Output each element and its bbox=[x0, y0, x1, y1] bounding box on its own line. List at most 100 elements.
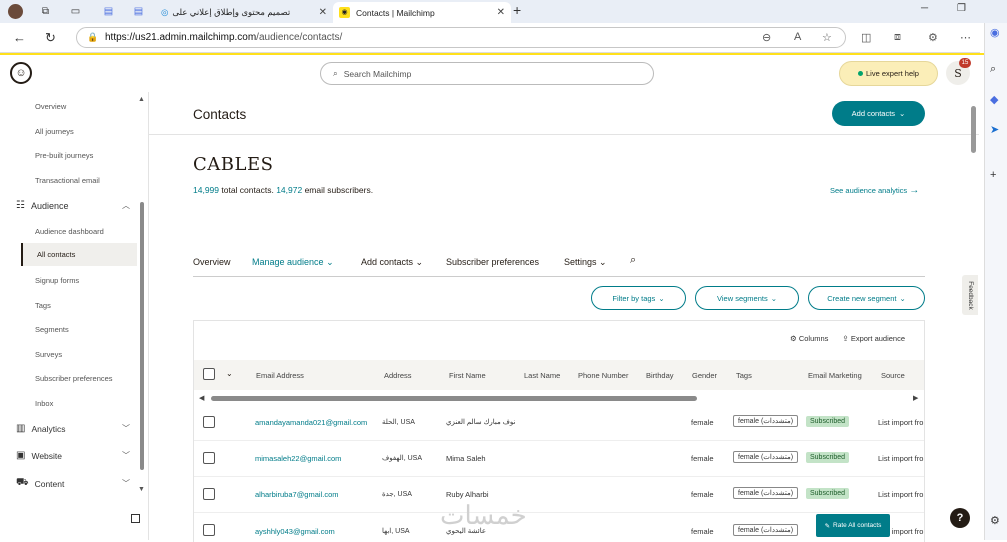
sidebar-item-segments[interactable]: Segments bbox=[35, 325, 69, 334]
scroll-left-icon[interactable]: ◀ bbox=[199, 394, 204, 402]
columns-button[interactable]: ⚙ Columns bbox=[790, 334, 828, 343]
sidebar-item-transactional-email[interactable]: Transactional email bbox=[35, 176, 100, 185]
sidebar-item-audience-dashboard[interactable]: Audience dashboard bbox=[35, 227, 104, 236]
tab-actions-icon[interactable]: ▭ bbox=[68, 4, 83, 19]
column-first-name[interactable]: First Name bbox=[449, 371, 486, 380]
feedback-tab[interactable]: Feedback bbox=[962, 275, 978, 315]
sidebar-item-signup-forms[interactable]: Signup forms bbox=[35, 276, 79, 285]
refresh-icon[interactable]: ↻ bbox=[45, 30, 56, 46]
collapse-sidebar-icon[interactable] bbox=[131, 514, 140, 523]
scroll-up-icon[interactable]: ▲ bbox=[138, 96, 145, 103]
table-horizontal-scrollbar[interactable] bbox=[211, 396, 697, 401]
sidebar-item-tags[interactable]: Tags bbox=[35, 301, 51, 310]
read-aloud-icon[interactable]: A bbox=[794, 31, 801, 43]
column-email[interactable]: Email Address bbox=[256, 371, 304, 380]
more-menu-icon[interactable]: ⋯ bbox=[960, 31, 971, 44]
row-checkbox[interactable] bbox=[203, 452, 215, 464]
column-address[interactable]: Address bbox=[384, 371, 412, 380]
split-screen-icon[interactable]: ◫ bbox=[861, 31, 871, 44]
mailchimp-logo-icon[interactable]: ☺ bbox=[10, 62, 32, 84]
sidebar-item-surveys[interactable]: Surveys bbox=[35, 350, 62, 359]
copilot-icon[interactable]: ◉ bbox=[990, 26, 1000, 39]
scroll-down-icon[interactable]: ▼ bbox=[138, 486, 145, 493]
search-icon[interactable]: ⌕ bbox=[990, 63, 996, 76]
filter-by-tags-button[interactable]: Filter by tags ⌄ bbox=[591, 286, 686, 310]
column-phone[interactable]: Phone Number bbox=[578, 371, 628, 380]
sidebar-item-all-contacts[interactable]: All contacts bbox=[21, 243, 137, 266]
table-row[interactable]: mimasaleh22@gmail.com الهفوف, USA Mima S… bbox=[194, 441, 924, 477]
collections-icon[interactable]: ⧈ bbox=[894, 31, 901, 44]
main-scrollbar[interactable] bbox=[971, 106, 976, 153]
profile-avatar-icon[interactable] bbox=[8, 4, 23, 19]
column-birthday[interactable]: Birthday bbox=[646, 371, 674, 380]
row-tag[interactable]: female (متشددات) bbox=[733, 487, 799, 499]
telegram-icon[interactable]: ➤ bbox=[990, 123, 999, 136]
row-checkbox[interactable] bbox=[203, 524, 215, 536]
search-icon[interactable]: ⌕ bbox=[630, 254, 636, 267]
extensions-icon[interactable]: ⚙ bbox=[928, 31, 938, 44]
row-checkbox[interactable] bbox=[203, 488, 215, 500]
sidebar-group-audience[interactable]: ☷ Audience ︿ bbox=[16, 200, 146, 211]
rate-all-contacts-button[interactable]: ✎ Rate All contacts bbox=[816, 514, 890, 537]
back-icon[interactable]: ← bbox=[13, 30, 26, 45]
tab-mailchimp[interactable]: ◉ Contacts | Mailchimp ✕ bbox=[333, 2, 511, 23]
sidebar-item-subscriber-preferences[interactable]: Subscriber preferences bbox=[35, 374, 113, 383]
column-email-marketing[interactable]: Email Marketing bbox=[808, 371, 862, 380]
favorite-star-icon[interactable]: ☆ bbox=[822, 31, 832, 44]
export-audience-button[interactable]: ⇪ Export audience bbox=[842, 334, 905, 343]
zoom-icon[interactable]: ⊖ bbox=[762, 31, 771, 44]
view-segments-button[interactable]: View segments ⌄ bbox=[695, 286, 799, 310]
sidebar-item-all-journeys[interactable]: All journeys bbox=[35, 127, 74, 136]
minimize-icon[interactable]: ─ bbox=[921, 3, 928, 14]
tab-overview[interactable]: Overview bbox=[193, 257, 231, 267]
table-row[interactable]: alharbiruba7@gmail.com جدة, USA Ruby Alh… bbox=[194, 477, 924, 513]
email-subscribers-count[interactable]: 14,972 bbox=[276, 185, 302, 195]
tab-add-contacts[interactable]: Add contacts ⌄ bbox=[361, 257, 423, 268]
sidebar-item-inbox[interactable]: Inbox bbox=[35, 399, 53, 408]
help-button[interactable]: ? bbox=[950, 508, 970, 528]
row-email[interactable]: mimasaleh22@gmail.com bbox=[255, 454, 341, 463]
tab-subscriber-preferences[interactable]: Subscriber preferences bbox=[446, 257, 539, 267]
table-row[interactable]: ayshhly043@gmail.com ابها, USA عائشة الي… bbox=[194, 513, 924, 540]
shopping-icon[interactable]: ◆ bbox=[990, 93, 998, 106]
restore-icon[interactable]: ❐ bbox=[957, 3, 966, 14]
column-gender[interactable]: Gender bbox=[692, 371, 717, 380]
chevron-down-icon[interactable]: ⌄ bbox=[226, 369, 233, 378]
add-icon[interactable]: + bbox=[990, 169, 996, 181]
new-tab-icon[interactable]: + bbox=[513, 2, 521, 18]
row-email[interactable]: amandayamanda021@gmail.com bbox=[255, 418, 367, 427]
row-email[interactable]: alharbiruba7@gmail.com bbox=[255, 490, 339, 499]
column-tags[interactable]: Tags bbox=[736, 371, 752, 380]
row-tag[interactable]: female (متشددات) bbox=[733, 524, 799, 536]
column-source[interactable]: Source bbox=[881, 371, 905, 380]
row-checkbox[interactable] bbox=[203, 416, 215, 428]
close-tab-icon[interactable]: ✕ bbox=[319, 7, 327, 18]
docs-tab-icon-2[interactable]: ▤ bbox=[131, 4, 146, 19]
tab-arabic[interactable]: ◎ تصميم محتوى وإطلاق إعلاني على ✕ bbox=[155, 2, 333, 23]
tab-settings[interactable]: Settings ⌄ bbox=[564, 257, 607, 268]
sidebar-item-overview[interactable]: Overview bbox=[35, 102, 66, 111]
sidebar-group-website[interactable]: ▣ Website ﹀ bbox=[16, 450, 146, 461]
settings-gear-icon[interactable]: ⚙ bbox=[990, 514, 1000, 527]
column-last-name[interactable]: Last Name bbox=[524, 371, 560, 380]
search-input[interactable]: ⌕ Search Mailchimp bbox=[320, 62, 654, 85]
close-tab-icon[interactable]: ✕ bbox=[497, 7, 505, 18]
create-new-segment-button[interactable]: Create new segment ⌄ bbox=[808, 286, 925, 310]
sidebar-group-content[interactable]: ⛟ Content ﹀ bbox=[16, 477, 146, 490]
add-contacts-button[interactable]: Add contacts ⌄ bbox=[832, 101, 925, 126]
tab-manage-audience[interactable]: Manage audience ⌄ bbox=[252, 257, 334, 268]
select-all-checkbox[interactable] bbox=[203, 368, 215, 380]
sidebar-item-prebuilt-journeys[interactable]: Pre-built journeys bbox=[35, 151, 93, 160]
sidebar-group-analytics[interactable]: ▥ Analytics ﹀ bbox=[16, 423, 146, 434]
sidebar-scrollbar[interactable] bbox=[140, 202, 144, 470]
row-tag[interactable]: female (متشددات) bbox=[733, 415, 799, 427]
docs-tab-icon[interactable]: ▤ bbox=[101, 4, 116, 19]
workspaces-icon[interactable]: ⧉ bbox=[38, 4, 53, 19]
row-tag[interactable]: female (متشددات) bbox=[733, 451, 799, 463]
table-row[interactable]: amandayamanda021@gmail.com الحلة, USA نو… bbox=[194, 405, 924, 441]
scroll-right-icon[interactable]: ▶ bbox=[913, 394, 918, 402]
address-bar[interactable]: 🔒 https://us21.admin.mailchimp.com/audie… bbox=[76, 27, 846, 48]
total-contacts-count[interactable]: 14,999 bbox=[193, 185, 219, 195]
live-expert-help-button[interactable]: Live expert help bbox=[839, 61, 938, 86]
see-analytics-link[interactable]: See audience analytics → bbox=[830, 185, 919, 196]
